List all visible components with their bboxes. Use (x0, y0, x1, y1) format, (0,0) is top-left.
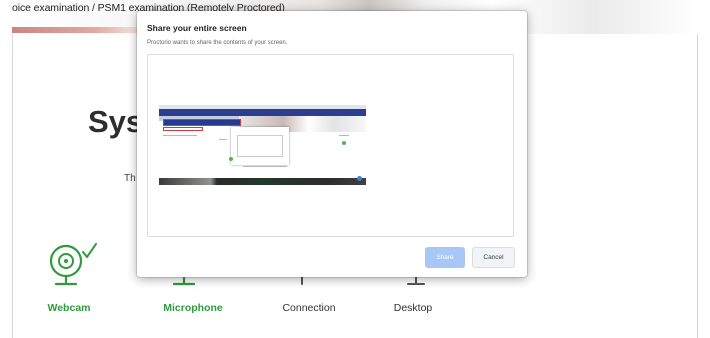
thumbnail-text-line (243, 166, 287, 167)
share-button[interactable]: Share (425, 247, 465, 268)
page-subtitle: Th (124, 173, 136, 184)
thumbnail-text-line (163, 135, 197, 136)
dialog-title: Share your entire screen (147, 23, 247, 33)
screen-picker-pane (147, 54, 514, 237)
banner-accent (12, 27, 152, 33)
thumbnail-green-dot (342, 141, 346, 145)
thumbnail-text-line (339, 135, 349, 136)
thumbnail-text-line (219, 139, 227, 140)
check-label-connection: Connection (282, 302, 336, 314)
check-label-webcam: Webcam (47, 302, 91, 314)
screen-thumbnail[interactable] (159, 105, 366, 185)
thumbnail-header-bar (159, 109, 366, 116)
check-label-microphone: Microphone (163, 302, 223, 314)
thumbnail-highlight (163, 119, 241, 126)
thumbnail-taskbar (159, 178, 366, 185)
thumbnail-dialog (231, 127, 289, 165)
webcam-icon (49, 243, 97, 286)
dialog-description: Proctorio wants to share the contents of… (147, 40, 288, 46)
check-label-desktop: Desktop (393, 302, 433, 314)
thumbnail-highlight-small (163, 127, 203, 131)
share-screen-dialog: Share your entire screen Proctorio wants… (137, 11, 527, 277)
thumbnail-tray-dot (357, 176, 362, 181)
cancel-button[interactable]: Cancel (472, 247, 515, 268)
check-webcam: Webcam (36, 238, 126, 314)
thumbnail-green-dot (229, 157, 233, 161)
thumbnail-dialog-pane (237, 135, 283, 157)
